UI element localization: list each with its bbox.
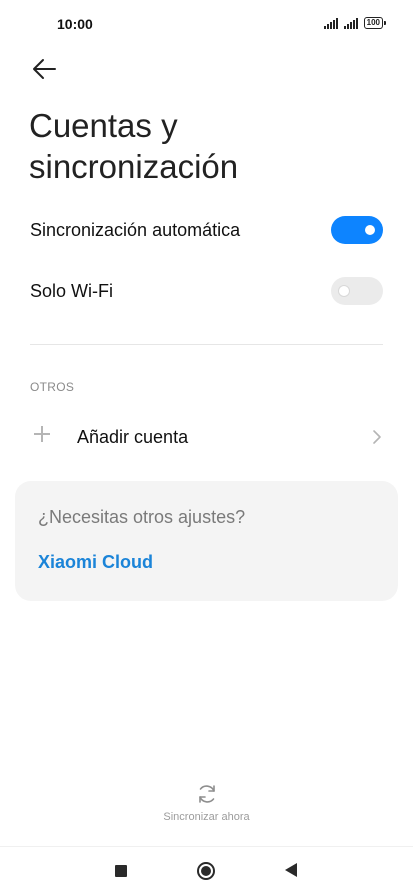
status-time: 10:00 xyxy=(57,16,93,32)
back-button[interactable] xyxy=(30,56,60,82)
toggle-knob xyxy=(339,286,349,296)
page-title: Cuentas y sincronización xyxy=(29,107,239,185)
navigation-bar xyxy=(0,848,413,896)
wifi-only-toggle[interactable] xyxy=(331,277,383,305)
divider xyxy=(30,344,383,345)
xiaomi-cloud-link[interactable]: Xiaomi Cloud xyxy=(38,552,153,573)
back-arrow-icon xyxy=(33,59,56,79)
auto-sync-row[interactable]: Sincronización automática xyxy=(30,216,383,244)
recents-button[interactable] xyxy=(115,865,127,877)
status-bar: 10:00 100 xyxy=(0,0,413,48)
battery-level: 100 xyxy=(366,18,380,27)
wifi-only-label: Solo Wi-Fi xyxy=(30,280,114,301)
add-account-row[interactable]: Añadir cuenta xyxy=(30,420,383,454)
other-settings-card: ¿Necesitas otros ajustes? Xiaomi Cloud xyxy=(15,481,398,601)
auto-sync-label: Sincronización automática xyxy=(30,219,241,240)
sync-now-button[interactable]: Sincronizar ahora xyxy=(0,782,413,823)
battery-icon: 100 xyxy=(363,17,387,29)
wifi-only-row[interactable]: Solo Wi-Fi xyxy=(30,277,383,305)
toggle-knob xyxy=(365,225,375,235)
section-header: OTROS xyxy=(30,380,75,394)
sync-now-label: Sincronizar ahora xyxy=(163,811,250,823)
chevron-right-icon xyxy=(373,430,381,444)
home-button[interactable] xyxy=(197,862,215,880)
signal-icon xyxy=(343,17,358,29)
nav-back-button[interactable] xyxy=(285,863,297,877)
card-question: ¿Necesitas otros ajustes? xyxy=(38,507,246,527)
signal-icon xyxy=(323,17,338,29)
status-icons: 100 xyxy=(323,17,387,29)
plus-icon xyxy=(34,426,56,448)
sync-icon xyxy=(198,785,215,803)
auto-sync-toggle[interactable] xyxy=(331,216,383,244)
add-account-label: Añadir cuenta xyxy=(77,426,189,447)
nav-divider xyxy=(0,846,413,847)
